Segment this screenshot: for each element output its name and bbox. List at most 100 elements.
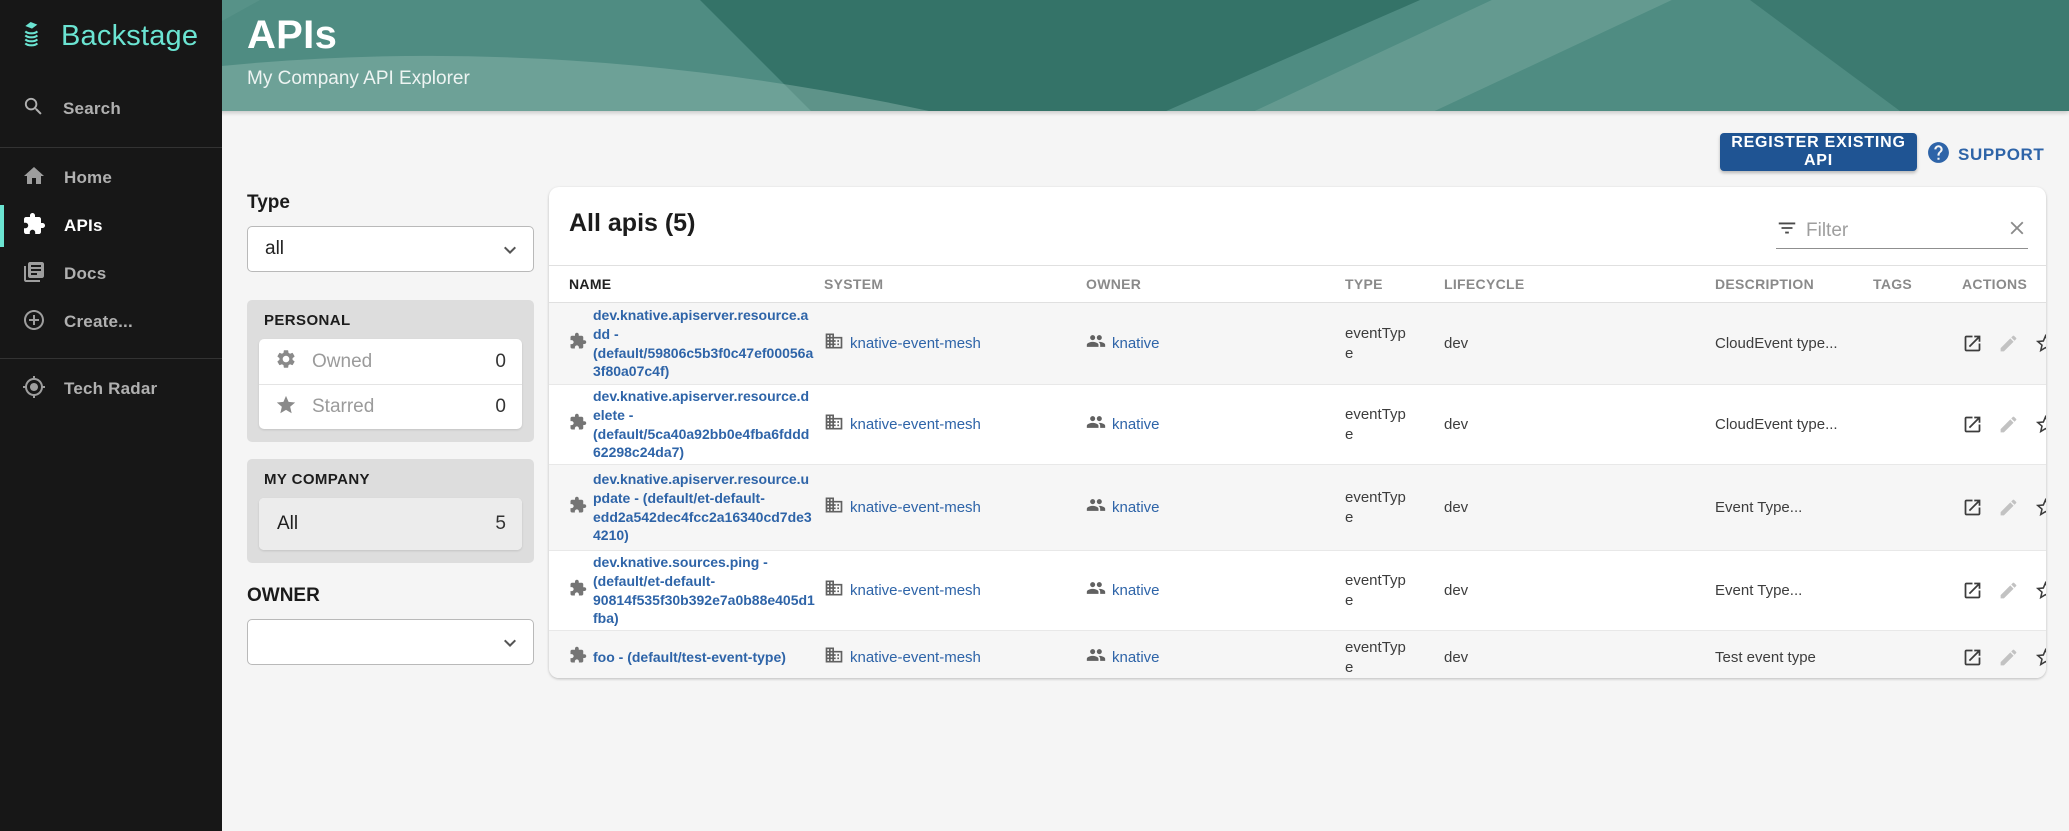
register-existing-api-button[interactable]: REGISTER EXISTING API <box>1720 133 1917 171</box>
star-api-button[interactable] <box>2034 579 2046 602</box>
view-api-button[interactable] <box>1962 414 1983 435</box>
filter-panel: Type all PERSONAL Owned 0 <box>247 192 534 665</box>
page-subtitle: My Company API Explorer <box>247 68 470 90</box>
column-header-tags[interactable]: TAGS <box>1873 266 1962 303</box>
filter-item-owned[interactable]: Owned 0 <box>259 339 522 384</box>
starred-count: 0 <box>495 396 506 418</box>
column-header-description[interactable]: DESCRIPTION <box>1715 266 1873 303</box>
sidebar-item-label: APIs <box>64 216 103 236</box>
docs-icon <box>22 260 46 289</box>
owner-link[interactable]: knative <box>1112 582 1160 599</box>
owner-link[interactable]: knative <box>1112 335 1160 352</box>
sidebar-item-home[interactable]: Home <box>0 154 222 202</box>
sidebar-item-apis[interactable]: APIs <box>0 202 222 250</box>
column-header-type[interactable]: TYPE <box>1345 266 1444 303</box>
support-button[interactable]: SUPPORT <box>1926 140 2044 170</box>
group-icon <box>1086 495 1106 520</box>
view-api-button[interactable] <box>1962 497 1983 518</box>
table-header-row: NAME SYSTEM OWNER TYPE LIFECYCLE DESCRIP… <box>549 266 2046 303</box>
star-api-button[interactable] <box>2034 496 2046 519</box>
column-header-owner[interactable]: OWNER <box>1086 266 1345 303</box>
star-api-button[interactable] <box>2034 332 2046 355</box>
owned-label: Owned <box>312 351 495 373</box>
filter-item-all[interactable]: All 5 <box>259 498 522 550</box>
owner-link[interactable]: knative <box>1112 416 1160 433</box>
sidebar-item-docs[interactable]: Docs <box>0 250 222 298</box>
system-icon <box>824 645 844 670</box>
sidebar-item-label: Docs <box>64 264 106 284</box>
owned-count: 0 <box>495 351 506 373</box>
type-select[interactable]: all <box>247 226 534 272</box>
api-tags <box>1873 465 1962 551</box>
api-type: eventType <box>1345 405 1413 444</box>
api-tags <box>1873 631 1962 679</box>
owner-link[interactable]: knative <box>1112 499 1160 516</box>
sidebar-item-label: Home <box>64 168 112 188</box>
owner-link[interactable]: knative <box>1112 649 1160 666</box>
company-filter-group: MY COMPANY All 5 <box>247 459 534 563</box>
system-link[interactable]: knative-event-mesh <box>850 649 981 666</box>
company-group-card: All 5 <box>259 498 522 550</box>
sidebar-divider <box>0 147 222 148</box>
gear-icon <box>275 348 297 375</box>
column-header-system[interactable]: SYSTEM <box>824 266 1086 303</box>
search-icon <box>22 95 45 123</box>
view-api-button[interactable] <box>1962 647 1983 668</box>
clear-filter-icon[interactable] <box>2006 217 2028 244</box>
api-name-link[interactable]: dev.knative.apiserver.resource.update - … <box>593 470 815 545</box>
table-row: foo - (default/test-event-type) knative-… <box>549 631 2046 679</box>
edit-api-button[interactable] <box>1998 414 2019 435</box>
edit-api-button[interactable] <box>1998 580 2019 601</box>
edit-api-button[interactable] <box>1998 333 2019 354</box>
api-name-link[interactable]: dev.knative.sources.ping - (default/et-d… <box>593 553 815 628</box>
star-api-button[interactable] <box>2034 646 2046 669</box>
group-icon <box>1086 412 1106 437</box>
api-description: CloudEvent type... <box>1715 385 1873 465</box>
api-tags <box>1873 385 1962 465</box>
owner-select[interactable] <box>247 619 534 665</box>
api-table: NAME SYSTEM OWNER TYPE LIFECYCLE DESCRIP… <box>549 265 2046 678</box>
system-link[interactable]: knative-event-mesh <box>850 499 981 516</box>
sidebar-item-create[interactable]: Create... <box>0 298 222 346</box>
table-row: dev.knative.apiserver.resource.delete - … <box>549 385 2046 465</box>
type-filter-label: Type <box>247 192 534 214</box>
sidebar-item-search[interactable]: Search <box>0 85 222 133</box>
backstage-app: APIs My Company API Explorer Backstage S… <box>0 0 2069 831</box>
api-description: Event Type... <box>1715 465 1873 551</box>
view-api-button[interactable] <box>1962 580 1983 601</box>
api-lifecycle: dev <box>1444 385 1715 465</box>
sidebar-item-tech-radar[interactable]: Tech Radar <box>0 365 222 413</box>
system-link[interactable]: knative-event-mesh <box>850 416 981 433</box>
filter-item-starred[interactable]: Starred 0 <box>259 384 522 429</box>
edit-api-button[interactable] <box>1998 497 2019 518</box>
tech-radar-icon <box>22 375 46 404</box>
sidebar-footer-nav: Tech Radar <box>0 365 222 413</box>
system-link[interactable]: knative-event-mesh <box>850 335 981 352</box>
personal-group-card: Owned 0 Starred 0 <box>259 339 522 429</box>
api-name-link[interactable]: dev.knative.apiserver.resource.add - (de… <box>593 306 815 381</box>
view-api-button[interactable] <box>1962 333 1983 354</box>
api-name-link[interactable]: dev.knative.apiserver.resource.delete - … <box>593 387 815 462</box>
sidebar-item-label: Tech Radar <box>64 379 157 399</box>
column-header-lifecycle[interactable]: LIFECYCLE <box>1444 266 1715 303</box>
add-circle-icon <box>22 308 46 337</box>
sidebar-logo[interactable]: Backstage <box>0 0 222 55</box>
table-title: All apis (5) <box>569 209 695 238</box>
table-row: dev.knative.apiserver.resource.update - … <box>549 465 2046 551</box>
star-api-button[interactable] <box>2034 413 2046 436</box>
edit-api-button[interactable] <box>1998 647 2019 668</box>
system-icon <box>824 495 844 520</box>
extension-icon <box>569 579 587 602</box>
all-count: 5 <box>495 513 506 535</box>
api-description: Test event type <box>1715 631 1873 679</box>
system-icon <box>824 412 844 437</box>
filter-input[interactable] <box>1806 220 1998 242</box>
sidebar-nav: Home APIs Docs Create... <box>0 154 222 346</box>
company-group-title: MY COMPANY <box>259 471 522 488</box>
api-type: eventType <box>1345 488 1413 527</box>
system-link[interactable]: knative-event-mesh <box>850 582 981 599</box>
column-header-name[interactable]: NAME <box>549 266 824 303</box>
all-label: All <box>277 513 495 535</box>
api-name-link[interactable]: foo - (default/test-event-type) <box>593 648 815 667</box>
group-icon <box>1086 578 1106 603</box>
